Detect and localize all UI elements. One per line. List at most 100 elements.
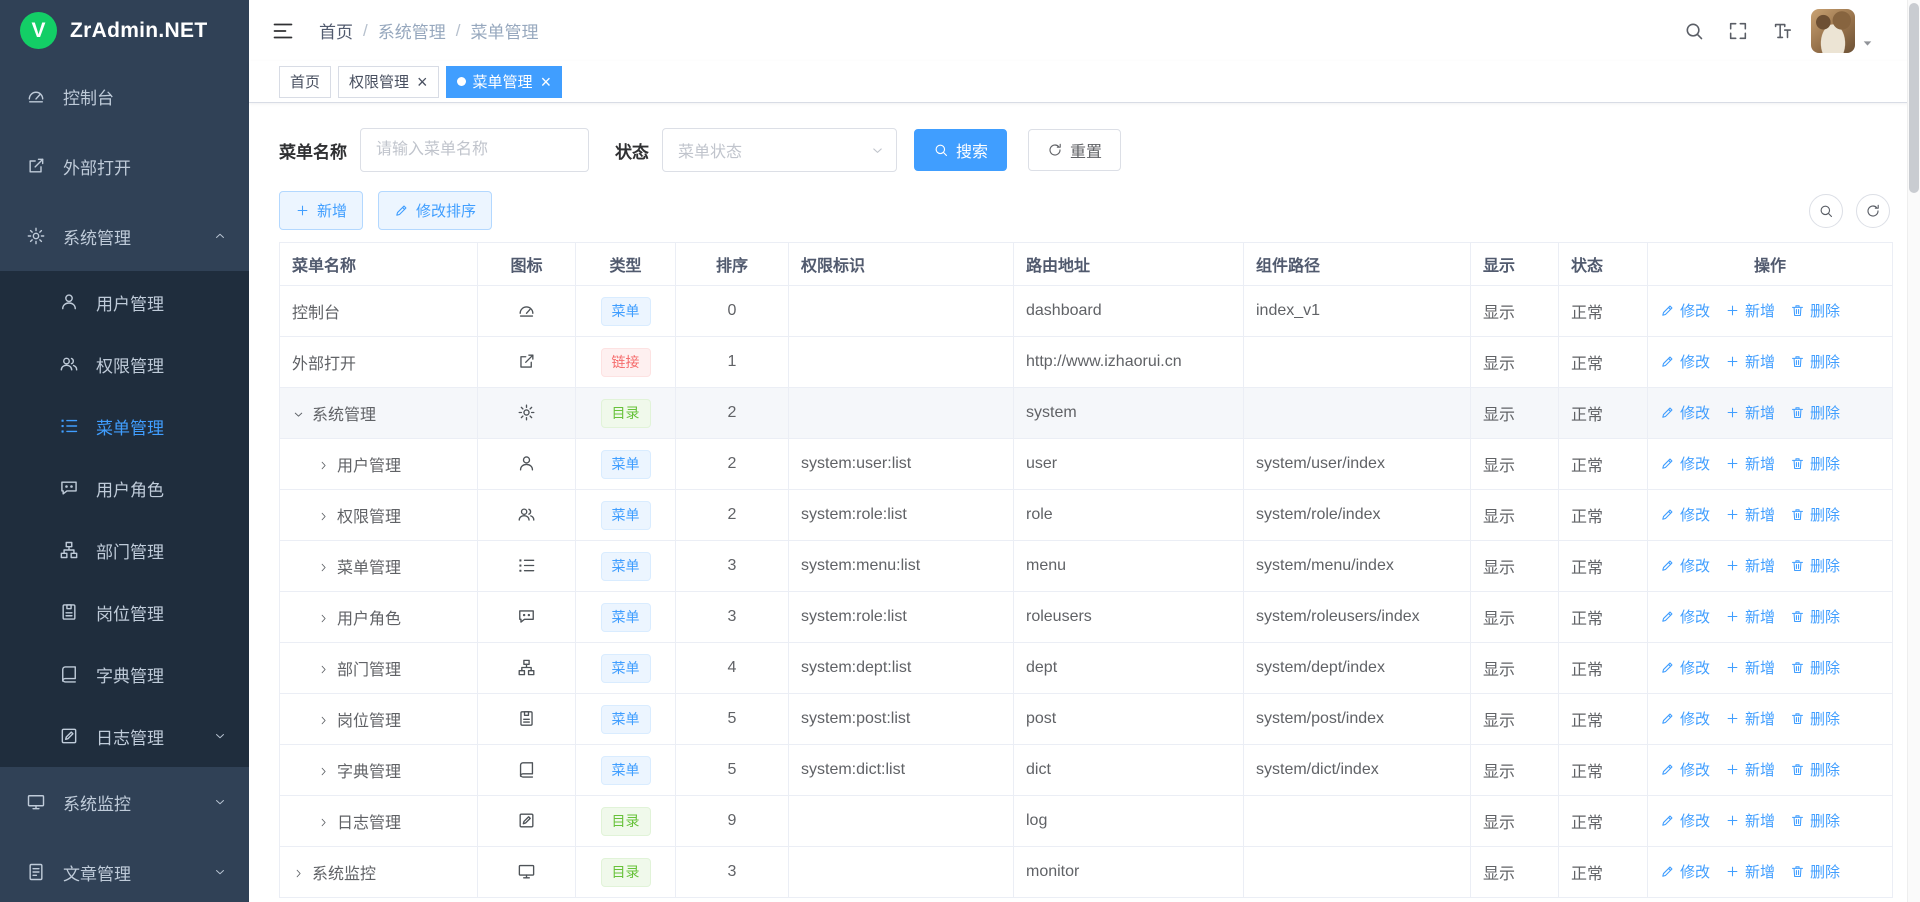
delete-link[interactable]: 删除 bbox=[1790, 555, 1840, 576]
status-select[interactable]: 菜单状态 bbox=[662, 128, 897, 172]
add-link[interactable]: 新增 bbox=[1725, 300, 1775, 321]
add-link[interactable]: 新增 bbox=[1725, 861, 1775, 882]
edit-link[interactable]: 修改 bbox=[1660, 861, 1710, 882]
page-scrollbar[interactable] bbox=[1907, 0, 1920, 902]
delete-link[interactable]: 删除 bbox=[1790, 708, 1840, 729]
scrollbar-thumb[interactable] bbox=[1909, 3, 1919, 193]
delete-link[interactable]: 删除 bbox=[1790, 657, 1840, 678]
expand-toggle-icon[interactable] bbox=[317, 663, 330, 676]
delete-link[interactable]: 删除 bbox=[1790, 453, 1840, 474]
table-row: 用户管理菜单2system:user:listusersystem/user/i… bbox=[280, 439, 1893, 490]
expand-toggle-icon[interactable] bbox=[292, 408, 305, 421]
delete-link[interactable]: 删除 bbox=[1790, 402, 1840, 423]
sidebar-item-user-admin[interactable]: 用户管理 bbox=[0, 271, 249, 333]
sidebar-item-external-open[interactable]: 外部打开 bbox=[0, 131, 249, 201]
add-link[interactable]: 新增 bbox=[1725, 351, 1775, 372]
sidebar-item-menu-admin[interactable]: 菜单管理 bbox=[0, 395, 249, 457]
delete-link[interactable]: 删除 bbox=[1790, 300, 1840, 321]
delete-link[interactable]: 删除 bbox=[1790, 351, 1840, 372]
sidebar-item-log-admin[interactable]: 日志管理 bbox=[0, 705, 249, 767]
delete-link[interactable]: 删除 bbox=[1790, 606, 1840, 627]
sidebar-item-article-admin[interactable]: 文章管理 bbox=[0, 837, 249, 902]
column-header: 状态 bbox=[1559, 243, 1648, 286]
add-link[interactable]: 新增 bbox=[1725, 810, 1775, 831]
type-tag: 链接 bbox=[601, 348, 651, 377]
trash-icon bbox=[1790, 864, 1805, 879]
sidebar-item-dept-admin[interactable]: 部门管理 bbox=[0, 519, 249, 581]
expand-toggle-icon[interactable] bbox=[317, 510, 330, 523]
visible-cell: 显示 bbox=[1471, 745, 1559, 796]
user-avatar[interactable] bbox=[1811, 9, 1855, 53]
plus-icon bbox=[1725, 711, 1740, 726]
sidebar-item-post-admin[interactable]: 岗位管理 bbox=[0, 581, 249, 643]
edit-link[interactable]: 修改 bbox=[1660, 351, 1710, 372]
edit-link[interactable]: 修改 bbox=[1660, 555, 1710, 576]
edit-link[interactable]: 修改 bbox=[1660, 402, 1710, 423]
caret-down-icon[interactable] bbox=[1861, 37, 1874, 50]
tab-close-icon[interactable]: × bbox=[541, 75, 552, 89]
add-link[interactable]: 新增 bbox=[1725, 606, 1775, 627]
search-button[interactable]: 搜索 bbox=[914, 129, 1007, 171]
table-row: 控制台菜单0dashboardindex_v1显示正常修改新增删除 bbox=[280, 286, 1893, 337]
edit-link[interactable]: 修改 bbox=[1660, 453, 1710, 474]
visible-cell: 显示 bbox=[1471, 490, 1559, 541]
edit-link[interactable]: 修改 bbox=[1660, 606, 1710, 627]
edit-link[interactable]: 修改 bbox=[1660, 504, 1710, 525]
breadcrumb-item[interactable]: 首页 bbox=[319, 18, 353, 43]
edit-link[interactable]: 修改 bbox=[1660, 759, 1710, 780]
perm-cell bbox=[789, 337, 1014, 388]
font-size-button[interactable] bbox=[1771, 20, 1793, 42]
app-logo[interactable]: V ZrAdmin.NET bbox=[0, 0, 249, 61]
add-link[interactable]: 新增 bbox=[1725, 504, 1775, 525]
delete-link[interactable]: 删除 bbox=[1790, 810, 1840, 831]
sidebar-item-dict-admin[interactable]: 字典管理 bbox=[0, 643, 249, 705]
chevron-up-icon bbox=[213, 229, 227, 243]
edit-icon bbox=[1660, 609, 1675, 624]
sidebar-toggle-button[interactable] bbox=[265, 13, 301, 49]
sidebar-item-user-role[interactable]: 用户角色 bbox=[0, 457, 249, 519]
tab-menu-admin[interactable]: 菜单管理× bbox=[446, 66, 563, 98]
expand-toggle-icon[interactable] bbox=[317, 459, 330, 472]
reset-button[interactable]: 重置 bbox=[1028, 129, 1121, 171]
sidebar-item-system-monitor[interactable]: 系统监控 bbox=[0, 767, 249, 837]
expand-toggle-icon[interactable] bbox=[317, 714, 330, 727]
sort-button[interactable]: 修改排序 bbox=[378, 191, 492, 230]
expand-toggle-icon[interactable] bbox=[317, 612, 330, 625]
expand-toggle-icon[interactable] bbox=[292, 867, 305, 880]
add-link[interactable]: 新增 bbox=[1725, 402, 1775, 423]
refresh-table-button[interactable] bbox=[1856, 194, 1890, 228]
sidebar-item-dashboard[interactable]: 控制台 bbox=[0, 61, 249, 131]
delete-link[interactable]: 删除 bbox=[1790, 504, 1840, 525]
app-title: ZrAdmin.NET bbox=[70, 19, 207, 43]
add-link[interactable]: 新增 bbox=[1725, 708, 1775, 729]
monitor-icon bbox=[517, 862, 536, 881]
add-link[interactable]: 新增 bbox=[1725, 555, 1775, 576]
tab-close-icon[interactable]: × bbox=[417, 75, 428, 89]
delete-link[interactable]: 删除 bbox=[1790, 861, 1840, 882]
add-link[interactable]: 新增 bbox=[1725, 657, 1775, 678]
component-cell bbox=[1244, 337, 1471, 388]
edit-link[interactable]: 修改 bbox=[1660, 810, 1710, 831]
expand-toggle-icon[interactable] bbox=[317, 561, 330, 574]
add-button[interactable]: 新增 bbox=[279, 191, 363, 230]
add-link[interactable]: 新增 bbox=[1725, 453, 1775, 474]
breadcrumb-item[interactable]: 系统管理 bbox=[378, 18, 446, 43]
menu-name-input[interactable] bbox=[360, 128, 589, 172]
add-link[interactable]: 新增 bbox=[1725, 759, 1775, 780]
toggle-search-button[interactable] bbox=[1809, 194, 1843, 228]
edit-icon bbox=[1660, 405, 1675, 420]
edit-link[interactable]: 修改 bbox=[1660, 708, 1710, 729]
header-search-button[interactable] bbox=[1683, 20, 1705, 42]
edit-link[interactable]: 修改 bbox=[1660, 657, 1710, 678]
expand-toggle-icon[interactable] bbox=[317, 816, 330, 829]
tab-home[interactable]: 首页 bbox=[279, 66, 331, 98]
main-area: 首页/系统管理/菜单管理 首页权限管理×菜单管理× 菜单名称 状 bbox=[249, 0, 1920, 902]
tab-role-admin[interactable]: 权限管理× bbox=[338, 66, 439, 98]
edit-link[interactable]: 修改 bbox=[1660, 300, 1710, 321]
fullscreen-button[interactable] bbox=[1727, 20, 1749, 42]
expand-toggle-icon[interactable] bbox=[317, 765, 330, 778]
sidebar-item-role-admin[interactable]: 权限管理 bbox=[0, 333, 249, 395]
column-header: 图标 bbox=[478, 243, 576, 286]
delete-link[interactable]: 删除 bbox=[1790, 759, 1840, 780]
sidebar-item-system-admin[interactable]: 系统管理 bbox=[0, 201, 249, 271]
